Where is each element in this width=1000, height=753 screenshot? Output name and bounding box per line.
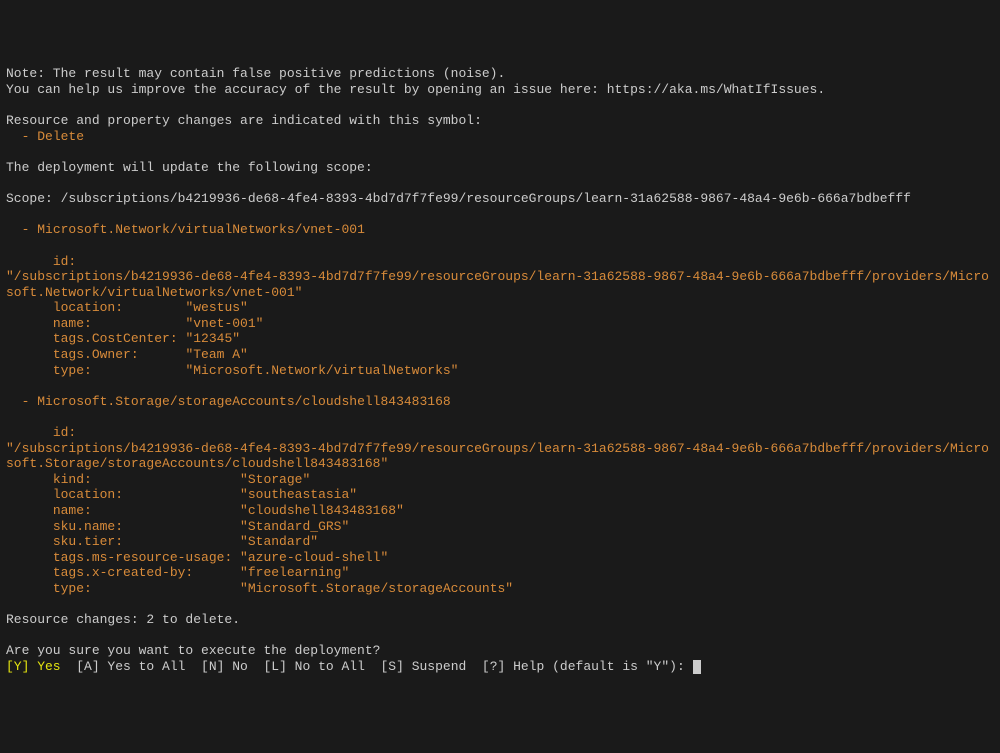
owner-label: tags.Owner: — [6, 347, 178, 362]
resource2-location: location: "southeastasia" — [6, 487, 994, 503]
type-value: "Microsoft.Storage/storageAccounts" — [232, 581, 513, 596]
skuname-value: "Standard_GRS" — [232, 519, 349, 534]
resource2-kind: kind: "Storage" — [6, 472, 994, 488]
prompt-yes: [Y] Yes — [6, 659, 61, 674]
changes-intro: Resource and property changes are indica… — [6, 113, 994, 129]
blank — [6, 98, 994, 114]
blank — [6, 378, 994, 394]
resource1-id-label: id: — [6, 254, 994, 270]
tagscreated-label: tags.x-created-by: — [6, 565, 232, 580]
type-label: type: — [6, 581, 232, 596]
resource1-header: - Microsoft.Network/virtualNetworks/vnet… — [6, 222, 994, 238]
prompt-no: [N] No — [185, 659, 247, 674]
delete-symbol: - Delete — [6, 129, 994, 145]
resource1-type: type: "Microsoft.Network/virtualNetworks… — [6, 363, 994, 379]
blank — [6, 207, 994, 223]
type-label: type: — [6, 363, 178, 378]
name-value: "vnet-001" — [178, 316, 264, 331]
prompt-help: [?] Help (default is "Y"): — [466, 659, 692, 674]
resource2-type: type: "Microsoft.Storage/storageAccounts… — [6, 581, 994, 597]
prompt-line[interactable]: [Y] Yes [A] Yes to All [N] No [L] No to … — [6, 659, 994, 675]
note-line-2: You can help us improve the accuracy of … — [6, 82, 994, 98]
blank — [6, 176, 994, 192]
resource2-tagscreated: tags.x-created-by: "freelearning" — [6, 565, 994, 581]
resource2-name: name: "cloudshell843483168" — [6, 503, 994, 519]
costcenter-value: "12345" — [178, 331, 240, 346]
resource1-name: name: "vnet-001" — [6, 316, 994, 332]
name-label: name: — [6, 316, 178, 331]
resource2-tagsusage: tags.ms-resource-usage: "azure-cloud-she… — [6, 550, 994, 566]
prompt-notoall: [L] No to All — [248, 659, 365, 674]
owner-value: "Team A" — [178, 347, 248, 362]
resource2-skutier: sku.tier: "Standard" — [6, 534, 994, 550]
type-value: "Microsoft.Network/virtualNetworks" — [178, 363, 459, 378]
blank — [6, 597, 994, 613]
skutier-value: "Standard" — [232, 534, 318, 549]
location-label: location: — [6, 487, 232, 502]
location-label: location: — [6, 300, 178, 315]
kind-label: kind: — [6, 472, 232, 487]
blank — [6, 409, 994, 425]
prompt-suspend: [S] Suspend — [365, 659, 466, 674]
resource2-id-label: id: — [6, 425, 994, 441]
kind-value: "Storage" — [232, 472, 310, 487]
location-value: "southeastasia" — [232, 487, 357, 502]
tagsusage-label: tags.ms-resource-usage: — [6, 550, 232, 565]
blank — [6, 238, 994, 254]
prompt-yestoall: [A] Yes to All — [61, 659, 186, 674]
blank — [6, 628, 994, 644]
resource2-skuname: sku.name: "Standard_GRS" — [6, 519, 994, 535]
blank — [6, 144, 994, 160]
tagscreated-value: "freelearning" — [232, 565, 349, 580]
resource2-id-value: "/subscriptions/b4219936-de68-4fe4-8393-… — [6, 441, 994, 472]
scope-line: Scope: /subscriptions/b4219936-de68-4fe4… — [6, 191, 994, 207]
skuname-label: sku.name: — [6, 519, 232, 534]
cursor-icon[interactable] — [693, 660, 701, 674]
resource1-owner: tags.Owner: "Team A" — [6, 347, 994, 363]
costcenter-label: tags.CostCenter: — [6, 331, 178, 346]
location-value: "westus" — [178, 300, 248, 315]
resource1-costcenter: tags.CostCenter: "12345" — [6, 331, 994, 347]
resource1-id-value: "/subscriptions/b4219936-de68-4fe4-8393-… — [6, 269, 994, 300]
resource2-header: - Microsoft.Storage/storageAccounts/clou… — [6, 394, 994, 410]
tagsusage-value: "azure-cloud-shell" — [232, 550, 388, 565]
summary: Resource changes: 2 to delete. — [6, 612, 994, 628]
confirm-question: Are you sure you want to execute the dep… — [6, 643, 994, 659]
skutier-label: sku.tier: — [6, 534, 232, 549]
name-value: "cloudshell843483168" — [232, 503, 404, 518]
name-label: name: — [6, 503, 232, 518]
resource1-location: location: "westus" — [6, 300, 994, 316]
scope-intro: The deployment will update the following… — [6, 160, 994, 176]
note-line-1: Note: The result may contain false posit… — [6, 66, 994, 82]
